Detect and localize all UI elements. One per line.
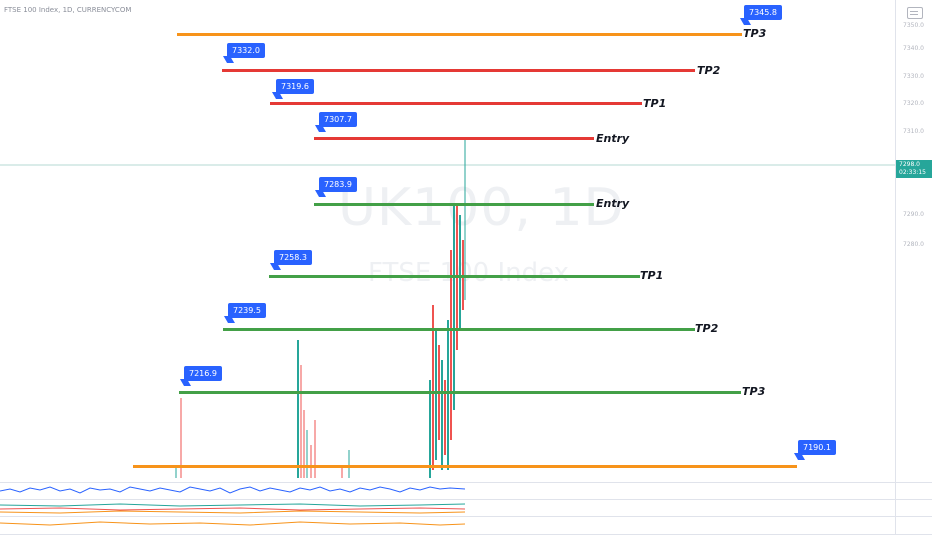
price-tag-sell-tp1[interactable]: 7319.6	[276, 79, 314, 94]
sell-entry-line[interactable]	[314, 137, 594, 140]
indicator-pane-1[interactable]	[0, 482, 895, 500]
chart-area[interactable]: FTSE 100 Index, 1D, CURRENCYCOM UK100, 1…	[0, 0, 895, 482]
axis-label: 7320.0	[903, 100, 924, 107]
sell-tp3-line[interactable]	[177, 33, 742, 36]
indicator-axis-3	[895, 516, 932, 535]
price-tag-buy-entry[interactable]: 7283.9	[319, 177, 357, 192]
current-price-label: 7298.0 02:33:15	[896, 160, 932, 178]
price-axis[interactable]: 7350.0 7340.0 7330.0 7320.0 7310.0 7298.…	[895, 0, 932, 482]
sell-tp3-label: TP3	[743, 27, 767, 40]
indicator-pane-3[interactable]	[0, 516, 895, 535]
buy-tp2-label: TP2	[695, 322, 719, 335]
axis-label: 7310.0	[903, 128, 924, 135]
price-tag-buy-tp3[interactable]: 7216.9	[184, 366, 222, 381]
price-tag-bottom-level[interactable]: 7190.1	[798, 440, 836, 455]
axis-label: 7330.0	[903, 73, 924, 80]
current-price-value: 7298.0	[899, 161, 920, 168]
time-axis[interactable]	[0, 534, 932, 551]
price-tag-buy-tp2[interactable]: 7239.5	[228, 303, 266, 318]
indicator-pane-2[interactable]	[0, 499, 895, 517]
candles-layer	[0, 138, 895, 478]
axis-label: 7290.0	[903, 211, 924, 218]
bottom-level-line[interactable]	[133, 465, 797, 468]
indicator-line-orange	[0, 521, 466, 526]
price-tag-sell-entry[interactable]: 7307.7	[319, 112, 357, 127]
chart-settings-icon[interactable]	[907, 7, 923, 19]
indicator-line-blue	[0, 486, 466, 494]
axis-label: 7340.0	[903, 45, 924, 52]
price-tag-sell-tp2[interactable]: 7332.0	[227, 43, 265, 58]
buy-tp3-label: TP3	[742, 385, 766, 398]
countdown-timer: 02:33:15	[899, 169, 926, 176]
buy-tp1-line[interactable]	[269, 275, 640, 278]
sell-tp1-line[interactable]	[270, 102, 642, 105]
indicator-lines-multi	[0, 503, 466, 514]
axis-label: 7280.0	[903, 241, 924, 248]
price-tag-buy-tp1[interactable]: 7258.3	[274, 250, 312, 265]
buy-tp3-line[interactable]	[179, 391, 741, 394]
buy-entry-line[interactable]	[314, 203, 594, 206]
indicator-axis-2	[895, 499, 932, 517]
buy-tp2-line[interactable]	[223, 328, 695, 331]
sell-entry-label: Entry	[596, 132, 630, 145]
indicator-axis-1	[895, 482, 932, 500]
buy-entry-label: Entry	[596, 197, 630, 210]
axis-label: 7350.0	[903, 22, 924, 29]
sell-tp1-label: TP1	[643, 97, 667, 110]
buy-tp1-label: TP1	[640, 269, 664, 282]
sell-tp2-line[interactable]	[222, 69, 695, 72]
price-tag-sell-tp3[interactable]: 7345.8	[744, 5, 782, 20]
sell-tp2-label: TP2	[697, 64, 721, 77]
